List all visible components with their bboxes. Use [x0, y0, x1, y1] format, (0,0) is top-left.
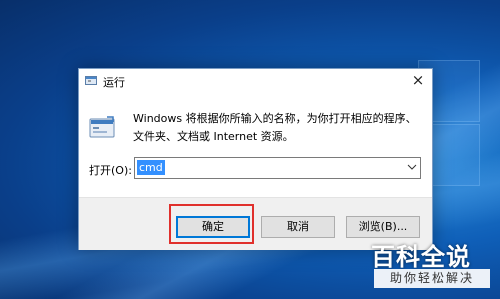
close-button[interactable]: × — [404, 69, 432, 93]
chevron-down-icon[interactable] — [407, 162, 417, 172]
run-large-icon — [89, 116, 115, 138]
open-combobox[interactable]: cmd — [134, 157, 421, 179]
close-icon: × — [411, 71, 425, 89]
open-label: 打开(O): — [89, 164, 132, 177]
watermark-subtitle: 助你轻松解决 — [374, 269, 490, 288]
watermark: 百科全说 助你轻松解决 — [371, 237, 491, 293]
description-text: Windows 将根据你所输入的名称，为你打开相应的程序、文件夹、文档或 Int… — [133, 112, 417, 143]
watermark-title: 百科全说 — [371, 243, 471, 271]
cancel-button[interactable]: 取消 — [261, 216, 335, 238]
browse-button[interactable]: 浏览(B)... — [346, 216, 420, 238]
dialog-title: 运行 — [103, 76, 125, 89]
ok-button-highlight — [169, 204, 254, 244]
title-bar[interactable]: 运行 × — [79, 69, 432, 93]
run-icon — [85, 76, 97, 85]
run-dialog: 运行 × Windows 将根据你所输入的名称，为你打开相应的程序、文件夹、文档… — [78, 68, 433, 250]
open-input-value[interactable]: cmd — [137, 160, 165, 175]
